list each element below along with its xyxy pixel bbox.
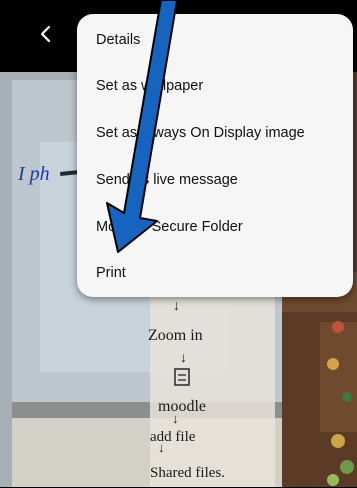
menu-item-send-live-message[interactable]: Send as live message [77,157,353,203]
menu-item-move-secure-folder[interactable]: Move to Secure Folder [77,204,353,250]
gallery-viewer: I ph ↓ Zoom in ↓ moodle ↓ add file ↓ Sha… [0,0,357,488]
note-text: Shared files. [150,465,225,481]
note-arrow: ↓ [172,411,179,426]
note-text: Zoom in [148,327,203,344]
note-text: add file [150,429,196,445]
more-options-menu: Details Set as wallpaper Set as Always O… [77,14,353,297]
note-arrow: ↓ [180,351,187,366]
note-arrow: ↓ [158,440,165,455]
note-text: moodle [158,398,206,415]
menu-item-print[interactable]: Print [77,250,353,296]
note-arrow: ↓ [173,299,180,314]
chevron-left-icon[interactable] [34,22,58,46]
menu-item-set-aod-image[interactable]: Set as Always On Display image [77,110,353,156]
menu-item-set-wallpaper[interactable]: Set as wallpaper [77,63,353,109]
note-text: I ph [17,163,50,185]
menu-item-details[interactable]: Details [77,17,353,63]
